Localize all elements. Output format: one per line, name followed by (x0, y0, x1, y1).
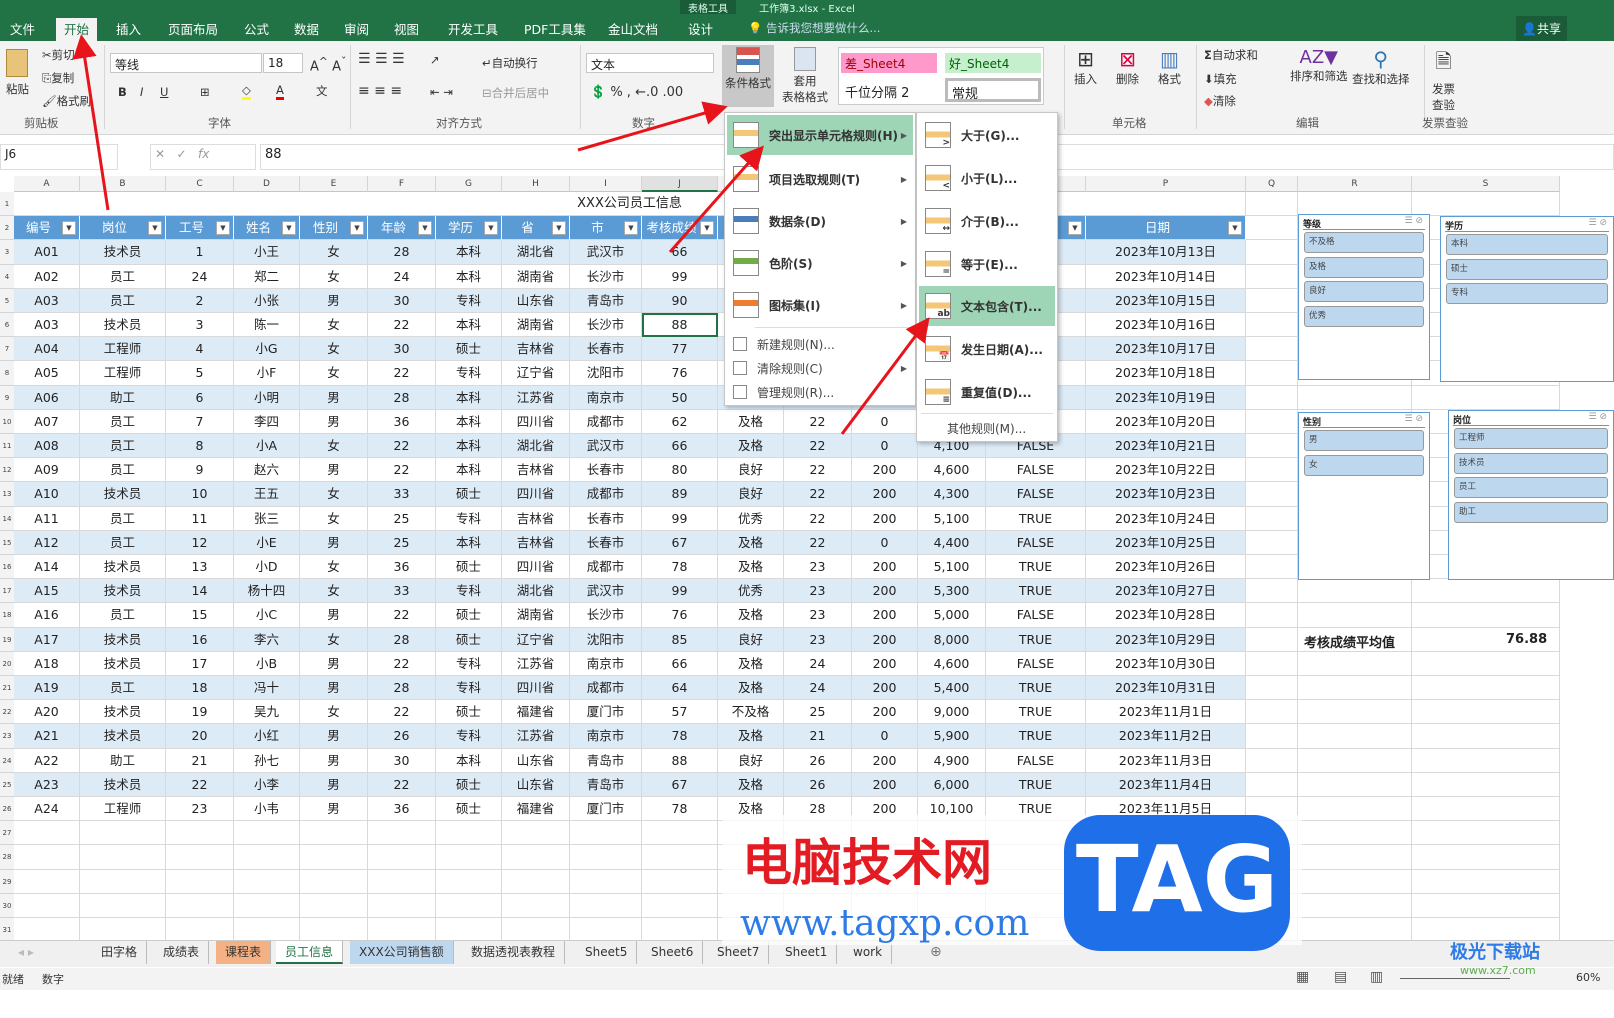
arrow-to-highlight-rules (668, 145, 764, 253)
arrow-to-cond-format (577, 101, 728, 152)
arrow-to-home-tab (72, 34, 110, 211)
arrow-to-text-contains (840, 317, 930, 435)
annotation-arrows (72, 34, 930, 435)
